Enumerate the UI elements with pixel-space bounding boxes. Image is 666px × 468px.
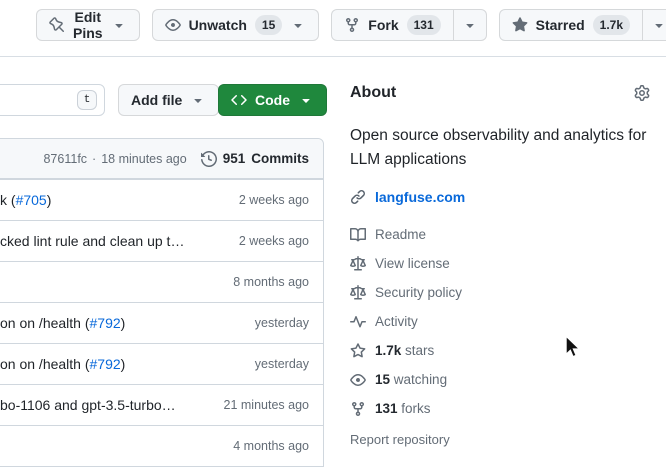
- about-title: About: [350, 84, 396, 102]
- header-divider: [0, 56, 666, 57]
- repo-action-bar: Edit Pins Unwatch 15 Fork 131 Starred 1.: [36, 9, 666, 41]
- fork-button[interactable]: Fork 131: [331, 9, 452, 41]
- commit-message-link[interactable]: bo-1106 and gpt-3.5-turbo…: [0, 397, 224, 413]
- fork-count-badge: 131: [407, 15, 441, 35]
- chevron-down-icon: [290, 17, 306, 33]
- add-file-label: Add file: [131, 92, 182, 108]
- commits-count: 951: [223, 151, 246, 166]
- about-links-list: Readme View license Security policy Acti…: [350, 220, 650, 423]
- pin-icon: [49, 17, 65, 33]
- commit-date-link[interactable]: 8 months ago: [233, 275, 323, 289]
- go-to-file-input[interactable]: t: [0, 84, 105, 116]
- commit-message-link[interactable]: on on /health (#792): [0, 315, 255, 331]
- eye-icon: [350, 372, 366, 388]
- watch-count-badge: 15: [255, 15, 282, 35]
- commit-date-link[interactable]: 21 minutes ago: [224, 398, 323, 412]
- code-icon: [231, 92, 247, 108]
- report-repository-link[interactable]: Report repository: [350, 432, 650, 447]
- fork-button-group: Fork 131: [331, 9, 486, 41]
- starred-label: Starred: [536, 17, 585, 33]
- commit-message-link[interactable]: k (#705): [0, 192, 239, 208]
- table-row: bo-1106 and gpt-3.5-turbo… 21 minutes ag…: [0, 384, 323, 425]
- chevron-down-icon: [111, 17, 127, 33]
- repo-description: Open source observability and analytics …: [350, 124, 650, 172]
- table-row: 4 months ago: [0, 425, 323, 466]
- commit-date-link[interactable]: yesterday: [255, 316, 323, 330]
- table-row: cked lint rule and clean up t… 2 weeks a…: [0, 220, 323, 261]
- law-icon: [350, 285, 366, 301]
- latest-commit-link[interactable]: 87611fc · 18 minutes ago: [43, 152, 186, 166]
- star-dropdown-button[interactable]: [642, 9, 666, 41]
- fork-label: Fork: [368, 17, 398, 33]
- gear-icon[interactable]: [634, 85, 650, 101]
- link-icon: [350, 189, 366, 205]
- stars-link[interactable]: 1.7k stars: [350, 336, 650, 365]
- commit-date-link[interactable]: yesterday: [255, 357, 323, 371]
- table-row: 8 months ago: [0, 261, 323, 302]
- github-repo-page: Edit Pins Unwatch 15 Fork 131 Starred 1.: [0, 0, 666, 468]
- chevron-down-icon: [651, 17, 666, 33]
- star-icon: [350, 343, 366, 359]
- commit-date-link[interactable]: 2 weeks ago: [239, 193, 323, 207]
- star-button-group: Starred 1.7k: [499, 9, 666, 41]
- code-button[interactable]: Code: [218, 84, 327, 116]
- mouse-cursor: [560, 334, 582, 365]
- table-row: on on /health (#792) yesterday: [0, 343, 323, 384]
- edit-pins-button[interactable]: Edit Pins: [36, 9, 140, 41]
- star-fill-icon: [512, 17, 528, 33]
- commits-label: Commits: [251, 151, 309, 166]
- chevron-down-icon: [190, 92, 206, 108]
- law-icon: [350, 256, 366, 272]
- starred-button[interactable]: Starred 1.7k: [499, 9, 642, 41]
- readme-link[interactable]: Readme: [350, 220, 650, 249]
- security-policy-link[interactable]: Security policy: [350, 278, 650, 307]
- watching-link[interactable]: 15 watching: [350, 365, 650, 394]
- commit-separator: ·: [92, 152, 96, 166]
- commit-message-link[interactable]: on on /health (#792): [0, 356, 255, 372]
- chevron-down-icon: [462, 17, 478, 33]
- commit-hash: 87611fc: [43, 152, 87, 166]
- table-row: on on /health (#792) yesterday: [0, 302, 323, 343]
- unwatch-button[interactable]: Unwatch 15: [152, 9, 320, 41]
- book-icon: [350, 227, 366, 243]
- commit-history-link[interactable]: 951 Commits: [201, 151, 309, 167]
- unwatch-label: Unwatch: [189, 17, 247, 33]
- table-row: k (#705) 2 weeks ago: [0, 179, 323, 220]
- file-table: 87611fc · 18 minutes ago 951 Commits k (…: [0, 138, 324, 467]
- about-section: About Open source observability and anal…: [350, 84, 650, 447]
- star-count-badge: 1.7k: [593, 15, 630, 35]
- edit-pins-label: Edit Pins: [73, 9, 103, 41]
- commit-message-link[interactable]: cked lint rule and clean up t…: [0, 233, 239, 249]
- add-file-button[interactable]: Add file: [118, 84, 219, 116]
- eye-icon: [165, 17, 181, 33]
- issue-link[interactable]: #705: [16, 192, 47, 208]
- pulse-icon: [350, 314, 366, 330]
- commit-date-link[interactable]: 4 months ago: [233, 439, 323, 453]
- commit-date-link[interactable]: 2 weeks ago: [239, 234, 323, 248]
- repo-forked-icon: [350, 401, 366, 417]
- chevron-down-icon: [298, 92, 314, 108]
- history-icon: [201, 151, 217, 167]
- latest-commit-bar: 87611fc · 18 minutes ago 951 Commits: [0, 139, 323, 179]
- view-license-link[interactable]: View license: [350, 249, 650, 278]
- issue-link[interactable]: #792: [90, 315, 121, 331]
- repo-forked-icon: [344, 17, 360, 33]
- fork-dropdown-button[interactable]: [453, 9, 487, 41]
- issue-link[interactable]: #792: [90, 356, 121, 372]
- keyboard-shortcut-badge: t: [77, 90, 97, 110]
- activity-link[interactable]: Activity: [350, 307, 650, 336]
- code-label: Code: [255, 92, 290, 108]
- forks-link[interactable]: 131 forks: [350, 394, 650, 423]
- commit-time: 18 minutes ago: [101, 152, 186, 166]
- website-link[interactable]: langfuse.com: [375, 189, 465, 205]
